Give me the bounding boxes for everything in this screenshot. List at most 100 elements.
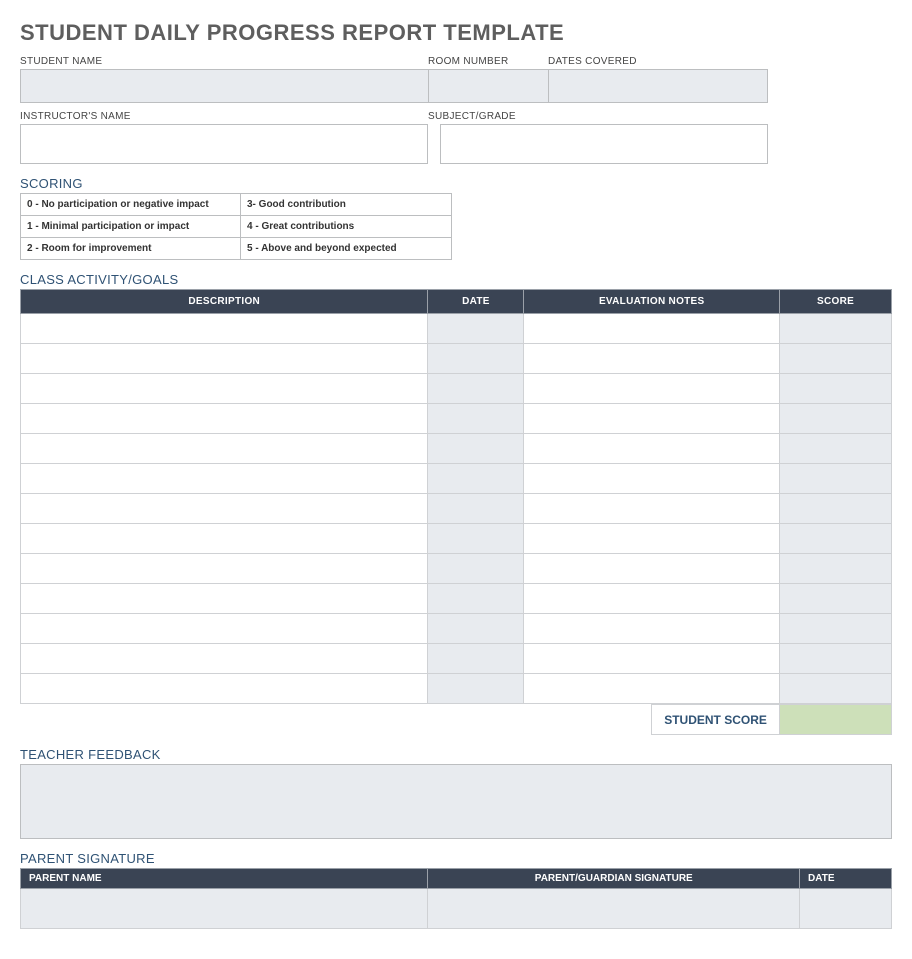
scoring-cell: 1 - Minimal participation or impact xyxy=(21,216,241,238)
subject-grade-field[interactable] xyxy=(440,124,768,164)
notes-cell[interactable] xyxy=(524,344,780,374)
score-cell[interactable] xyxy=(780,614,892,644)
dates-covered-label: DATES COVERED xyxy=(548,56,768,67)
student-score-value[interactable] xyxy=(780,705,892,735)
table-row xyxy=(21,344,892,374)
col-score: SCORE xyxy=(780,290,892,314)
scoring-cell: 2 - Room for improvement xyxy=(21,238,241,260)
table-row xyxy=(21,644,892,674)
date-cell[interactable] xyxy=(428,614,524,644)
notes-cell[interactable] xyxy=(524,584,780,614)
table-row xyxy=(21,674,892,704)
notes-cell[interactable] xyxy=(524,404,780,434)
score-cell[interactable] xyxy=(780,464,892,494)
description-cell[interactable] xyxy=(21,374,428,404)
table-row xyxy=(21,464,892,494)
student-score-row: STUDENT SCORE xyxy=(20,704,892,735)
instructor-name-field[interactable] xyxy=(20,124,428,164)
table-row xyxy=(21,554,892,584)
col-parent-date: DATE xyxy=(800,869,892,889)
col-notes: EVALUATION NOTES xyxy=(524,290,780,314)
table-row: 0 - No participation or negative impact … xyxy=(21,194,452,216)
instructor-name-label: INSTRUCTOR'S NAME xyxy=(20,111,428,122)
notes-cell[interactable] xyxy=(524,434,780,464)
table-row xyxy=(21,614,892,644)
description-cell[interactable] xyxy=(21,344,428,374)
date-cell[interactable] xyxy=(428,584,524,614)
parent-heading: PARENT SIGNATURE xyxy=(20,851,892,866)
description-cell[interactable] xyxy=(21,464,428,494)
date-cell[interactable] xyxy=(428,524,524,554)
room-number-label: ROOM NUMBER xyxy=(428,56,548,67)
description-cell[interactable] xyxy=(21,614,428,644)
parent-name-field[interactable] xyxy=(21,889,428,929)
notes-cell[interactable] xyxy=(524,464,780,494)
description-cell[interactable] xyxy=(21,314,428,344)
description-cell[interactable] xyxy=(21,434,428,464)
date-cell[interactable] xyxy=(428,344,524,374)
scoring-cell: 3- Good contribution xyxy=(241,194,452,216)
date-cell[interactable] xyxy=(428,434,524,464)
date-cell[interactable] xyxy=(428,494,524,524)
score-cell[interactable] xyxy=(780,374,892,404)
date-cell[interactable] xyxy=(428,644,524,674)
score-cell[interactable] xyxy=(780,434,892,464)
score-cell[interactable] xyxy=(780,314,892,344)
table-row: 1 - Minimal participation or impact 4 - … xyxy=(21,216,452,238)
table-row xyxy=(21,434,892,464)
description-cell[interactable] xyxy=(21,524,428,554)
teacher-feedback-field[interactable] xyxy=(20,764,892,839)
date-cell[interactable] xyxy=(428,314,524,344)
parent-signature-field[interactable] xyxy=(428,889,800,929)
table-row xyxy=(21,494,892,524)
col-parent-name: PARENT NAME xyxy=(21,869,428,889)
notes-cell[interactable] xyxy=(524,644,780,674)
description-cell[interactable] xyxy=(21,644,428,674)
score-cell[interactable] xyxy=(780,554,892,584)
description-cell[interactable] xyxy=(21,584,428,614)
notes-cell[interactable] xyxy=(524,524,780,554)
table-row xyxy=(21,584,892,614)
col-date: DATE xyxy=(428,290,524,314)
score-cell[interactable] xyxy=(780,674,892,704)
scoring-cell: 5 - Above and beyond expected xyxy=(241,238,452,260)
notes-cell[interactable] xyxy=(524,614,780,644)
date-cell[interactable] xyxy=(428,554,524,584)
subject-grade-label: SUBJECT/GRADE xyxy=(428,111,768,122)
scoring-heading: SCORING xyxy=(20,176,892,191)
score-cell[interactable] xyxy=(780,344,892,374)
table-row xyxy=(21,314,892,344)
description-cell[interactable] xyxy=(21,494,428,524)
score-cell[interactable] xyxy=(780,584,892,614)
col-parent-signature: PARENT/GUARDIAN SIGNATURE xyxy=(428,869,800,889)
notes-cell[interactable] xyxy=(524,374,780,404)
notes-cell[interactable] xyxy=(524,494,780,524)
notes-cell[interactable] xyxy=(524,554,780,584)
description-cell[interactable] xyxy=(21,404,428,434)
notes-cell[interactable] xyxy=(524,314,780,344)
date-cell[interactable] xyxy=(428,404,524,434)
score-cell[interactable] xyxy=(780,644,892,674)
date-cell[interactable] xyxy=(428,674,524,704)
col-description: DESCRIPTION xyxy=(21,290,428,314)
room-number-field[interactable] xyxy=(428,69,548,103)
dates-covered-field[interactable] xyxy=(548,69,768,103)
score-cell[interactable] xyxy=(780,524,892,554)
page-title: STUDENT DAILY PROGRESS REPORT TEMPLATE xyxy=(20,20,892,46)
score-cell[interactable] xyxy=(780,494,892,524)
student-name-field[interactable] xyxy=(20,69,428,103)
date-cell[interactable] xyxy=(428,464,524,494)
score-cell[interactable] xyxy=(780,404,892,434)
table-row xyxy=(21,889,892,929)
scoring-cell: 0 - No participation or negative impact xyxy=(21,194,241,216)
scoring-table: 0 - No participation or negative impact … xyxy=(20,193,452,260)
table-row xyxy=(21,524,892,554)
description-cell[interactable] xyxy=(21,674,428,704)
description-cell[interactable] xyxy=(21,554,428,584)
parent-table: PARENT NAME PARENT/GUARDIAN SIGNATURE DA… xyxy=(20,868,892,929)
notes-cell[interactable] xyxy=(524,674,780,704)
date-cell[interactable] xyxy=(428,374,524,404)
parent-date-field[interactable] xyxy=(800,889,892,929)
table-row xyxy=(21,374,892,404)
scoring-cell: 4 - Great contributions xyxy=(241,216,452,238)
